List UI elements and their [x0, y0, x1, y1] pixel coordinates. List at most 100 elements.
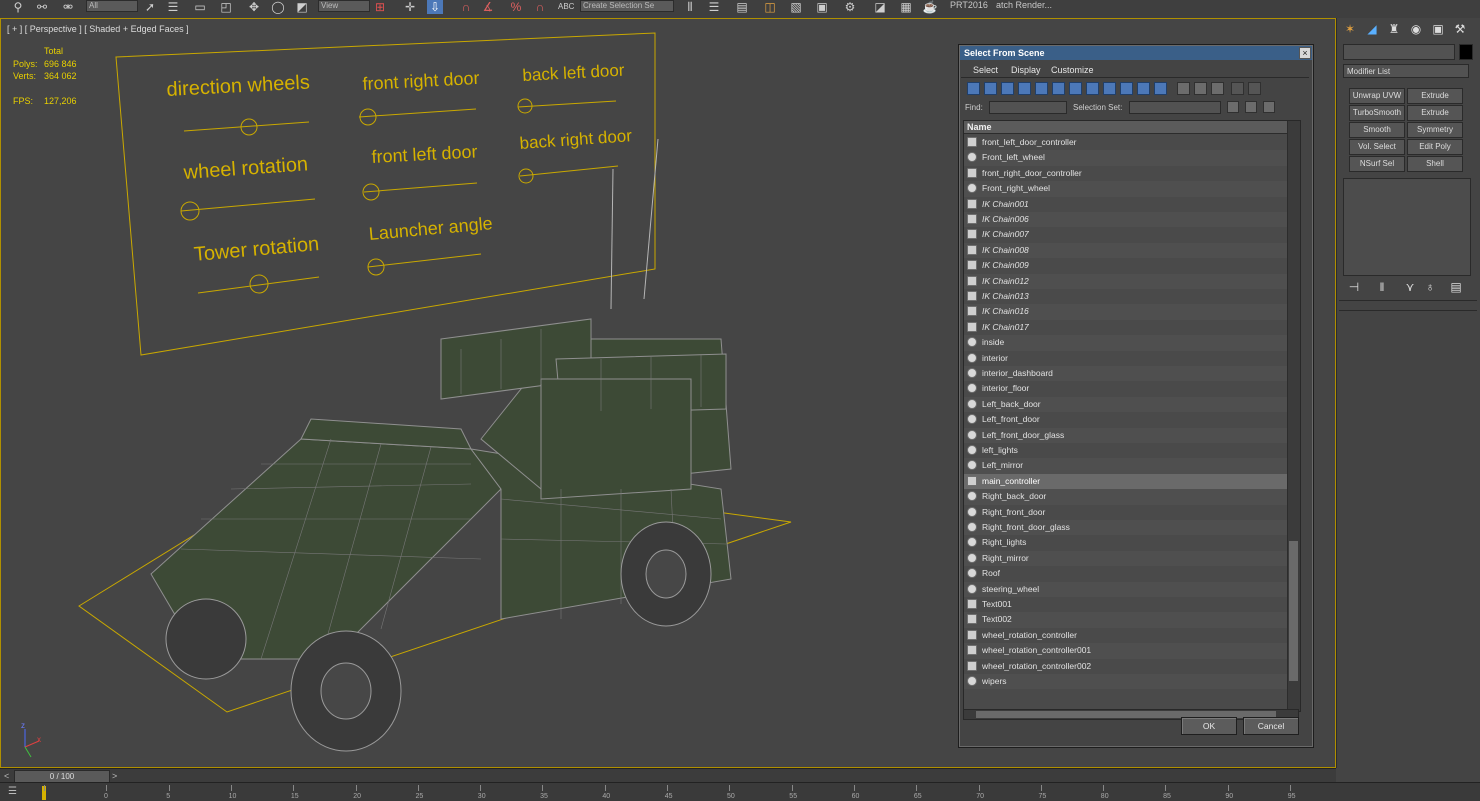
pivot-center-icon[interactable]: ⊞ [372, 0, 388, 14]
material-editor-icon[interactable]: ⚙ [842, 0, 858, 14]
select-rotate-icon[interactable]: ◯ [270, 0, 286, 14]
list-item[interactable]: IK Chain007 [964, 227, 1300, 242]
keyboard-shortcut-override-icon[interactable]: ⇩ [427, 0, 443, 14]
list-item[interactable]: IK Chain006 [964, 212, 1300, 228]
display-bones-icon[interactable] [1103, 82, 1116, 95]
snaps-toggle-icon[interactable]: ∩ [458, 0, 474, 14]
list-item[interactable]: wheel_rotation_controller002 [964, 659, 1300, 674]
list-item[interactable]: Front_right_wheel [964, 181, 1300, 197]
display-cameras-icon[interactable] [1018, 82, 1031, 95]
make-unique-icon[interactable]: ⋎ [1403, 280, 1417, 294]
list-item[interactable]: wipers [964, 674, 1300, 690]
named-selection-set-dropdown[interactable]: Create Selection Se [580, 0, 674, 12]
modify-tab-icon[interactable]: ◢ [1365, 22, 1379, 36]
list-item[interactable]: Right_mirror [964, 550, 1300, 567]
list-item[interactable]: front_left_door_controller [964, 135, 1300, 150]
display-frozen-icon[interactable] [1137, 82, 1150, 95]
track-bar[interactable]: ☰ 0 5 10 15 20 25 30 35 40 45 50 55 60 65 70 75 80 85 90 95 [0, 782, 1480, 801]
list-item[interactable]: front_right_door_controller [964, 166, 1300, 181]
list-item[interactable]: Left_front_door_glass [964, 427, 1300, 443]
display-helpers-icon[interactable] [1035, 82, 1048, 95]
modifier-button-turbosmooth[interactable]: TurboSmooth [1349, 105, 1405, 121]
window-crossing-icon[interactable]: ◰ [218, 0, 234, 14]
modifier-list-dropdown[interactable]: Modifier List [1343, 64, 1469, 78]
pin-stack-icon[interactable]: ⊣ [1347, 280, 1361, 294]
select-manipulate-icon[interactable]: ✛ [402, 0, 418, 14]
list-item[interactable]: IK Chain008 [964, 242, 1300, 259]
select-none-icon[interactable] [1245, 101, 1257, 113]
list-item[interactable]: Right_front_door [964, 505, 1300, 520]
invert-display-icon[interactable] [1211, 82, 1224, 95]
list-item[interactable]: IK Chain016 [964, 304, 1300, 320]
display-shapes-icon[interactable] [984, 82, 997, 95]
find-input[interactable] [989, 101, 1067, 114]
next-frame-icon[interactable]: > [112, 771, 117, 781]
select-object-icon[interactable]: ➚ [142, 0, 158, 14]
modifier-button-extrude[interactable]: Extrude [1407, 88, 1463, 104]
render-production-icon[interactable]: ☕ [922, 0, 938, 14]
render-setup-icon[interactable]: ◪ [872, 0, 888, 14]
display-all-icon[interactable] [1177, 82, 1190, 95]
list-item[interactable]: Roof [964, 566, 1300, 581]
link-icon[interactable]: ⚲ [10, 0, 26, 14]
display-lights-icon[interactable] [1001, 82, 1014, 95]
modifier-button-unwrap-uvw[interactable]: Unwrap UVW [1349, 88, 1405, 104]
list-item[interactable]: steering_wheel [964, 581, 1300, 597]
object-name-field[interactable] [1343, 44, 1455, 60]
vertical-scrollbar[interactable] [1287, 121, 1300, 711]
list-item[interactable]: Left_back_door [964, 396, 1300, 413]
filter-options-icon[interactable] [1248, 82, 1261, 95]
modifier-button-nsurf-sel[interactable]: NSurf Sel [1349, 156, 1405, 172]
list-item[interactable]: IK Chain009 [964, 258, 1300, 273]
select-scale-icon[interactable]: ◩ [294, 0, 310, 14]
list-item[interactable]: Text002 [964, 612, 1300, 628]
select-invert-icon[interactable] [1263, 101, 1275, 113]
percent-snap-icon[interactable]: % [508, 0, 524, 14]
remove-modifier-icon[interactable]: ♁ [1423, 280, 1437, 294]
column-header-name[interactable]: Name [964, 121, 1300, 134]
spinner-snap-icon[interactable]: ∩ [532, 0, 548, 14]
list-item[interactable]: interior_dashboard [964, 366, 1300, 382]
rendered-frame-window-icon[interactable]: ▦ [898, 0, 914, 14]
schematic-view-icon[interactable]: ▣ [814, 0, 830, 14]
create-tab-icon[interactable]: ✶ [1343, 22, 1357, 36]
close-icon[interactable]: × [1299, 47, 1311, 59]
prev-frame-icon[interactable]: < [4, 771, 9, 781]
display-xrefs-icon[interactable] [1086, 82, 1099, 95]
batch-render-button[interactable]: atch Render... [996, 0, 1052, 13]
toggle-layer-explorer-icon[interactable]: ◫ [762, 0, 778, 14]
toggle-scene-explorer-icon[interactable]: ▤ [734, 0, 750, 14]
list-item[interactable]: Left_front_door [964, 412, 1300, 427]
list-item[interactable]: IK Chain001 [964, 197, 1300, 212]
show-end-result-icon[interactable]: ‖ [1375, 280, 1389, 294]
selection-filter-dropdown[interactable]: All [86, 0, 138, 12]
rectangular-selection-icon[interactable]: ▭ [192, 0, 208, 14]
edit-named-selection-icon[interactable]: ABC [558, 0, 574, 14]
modifier-stack[interactable] [1343, 178, 1471, 276]
cancel-button[interactable]: Cancel [1243, 717, 1299, 735]
modifier-button-shell[interactable]: Shell [1407, 156, 1463, 172]
list-item[interactable]: Text001 [964, 597, 1300, 612]
display-hidden-icon[interactable] [1154, 82, 1167, 95]
filter-icon[interactable] [1231, 82, 1244, 95]
list-item[interactable]: main_controller [964, 473, 1300, 490]
angle-snap-icon[interactable]: ∡ [480, 0, 496, 14]
modifier-button-smooth[interactable]: Smooth [1349, 122, 1405, 138]
modifier-button-vol-select[interactable]: Vol. Select [1349, 139, 1405, 155]
hierarchy-tab-icon[interactable]: ♜ [1387, 22, 1401, 36]
display-containers-icon[interactable] [1120, 82, 1133, 95]
motion-tab-icon[interactable]: ◉ [1409, 22, 1423, 36]
object-color-swatch[interactable] [1459, 44, 1473, 60]
list-item[interactable]: Right_front_door_glass [964, 520, 1300, 536]
list-item[interactable]: wheel_rotation_controller001 [964, 643, 1300, 659]
bind-space-warp-icon[interactable]: ⚮ [60, 0, 76, 14]
list-item[interactable]: Right_lights [964, 535, 1300, 550]
list-item[interactable]: interior_floor [964, 381, 1300, 396]
list-item[interactable]: IK Chain012 [964, 273, 1300, 289]
modifier-button-symmetry[interactable]: Symmetry [1407, 122, 1463, 138]
ok-button[interactable]: OK [1181, 717, 1237, 735]
list-item[interactable]: interior [964, 351, 1300, 366]
menu-display[interactable]: Display [1011, 65, 1041, 75]
list-item[interactable]: IK Chain013 [964, 289, 1300, 304]
select-by-name-icon[interactable]: ☰ [165, 0, 181, 14]
